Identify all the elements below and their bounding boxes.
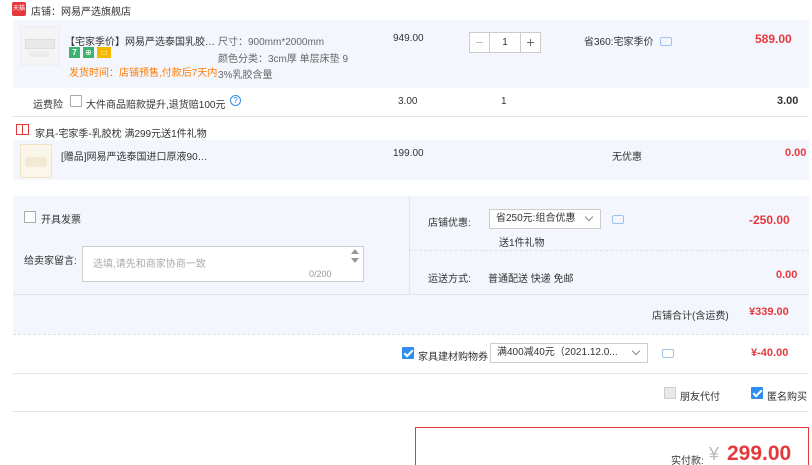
pay-amount: 299.00 bbox=[727, 442, 792, 465]
coupon-value: 满400减40元（2021.12.0... bbox=[497, 347, 618, 358]
insurance-checkbox[interactable] bbox=[70, 95, 82, 107]
tmall-shop-icon: 天猫 bbox=[12, 2, 26, 16]
coupon-checkbox[interactable] bbox=[402, 347, 414, 359]
saving-label: 省360:宅家季价 bbox=[584, 37, 654, 48]
spec-size: 尺寸：900mm*2000mm bbox=[218, 37, 325, 48]
scroll-down-icon[interactable] bbox=[351, 258, 359, 263]
chat-icon[interactable] bbox=[612, 215, 624, 224]
order-options-panel: 开具发票 给卖家留言: 选填,请先和商家协商一致 0/200 店铺优惠: 省25… bbox=[13, 196, 809, 334]
gift-total: 0.00 bbox=[785, 147, 807, 159]
message-char-count: 0/200 bbox=[309, 269, 332, 279]
shop-discount-label: 店铺优惠: bbox=[428, 218, 471, 229]
gift-item-row: [赠品]网易严选泰国进口原液90… 199.00 无优惠 0.00 bbox=[13, 140, 809, 180]
anonymous-checkbox[interactable] bbox=[751, 387, 763, 399]
gift-icon bbox=[16, 124, 29, 135]
shop-name[interactable]: 店铺：网易严选旗舰店 bbox=[31, 3, 131, 18]
product-thumbnail[interactable] bbox=[20, 26, 60, 66]
message-textarea[interactable]: 选填,请先和商家协商一致 0/200 bbox=[82, 246, 364, 282]
shop-discount-select[interactable]: 省250元:组合优惠 bbox=[489, 209, 601, 229]
shipping-label: 运送方式: bbox=[428, 274, 471, 285]
scroll-up-icon[interactable] bbox=[351, 249, 359, 254]
message-placeholder: 选填,请先和商家协商一致 bbox=[93, 259, 206, 270]
insurance-price: 3.00 bbox=[398, 96, 418, 107]
service-shield-icon: ⊕ bbox=[83, 47, 94, 58]
unit-price: 949.00 bbox=[393, 33, 424, 44]
spec-color: 颜色分类：3cm厚 单层床垫 9 bbox=[218, 54, 349, 65]
gift-title[interactable]: [赠品]网易严选泰国进口原液90… bbox=[61, 148, 208, 163]
insurance-qty: 1 bbox=[501, 96, 507, 107]
shipping-amount: 0.00 bbox=[776, 269, 798, 281]
spec-color-cont: 3%乳胶含量 bbox=[218, 70, 273, 81]
gift-discount: 无优惠 bbox=[612, 152, 642, 163]
gift-price: 199.00 bbox=[393, 148, 424, 159]
shop-discount-note: 送1件礼物 bbox=[499, 238, 545, 249]
coupon-select[interactable]: 满400减40元（2021.12.0... bbox=[490, 343, 648, 363]
insurance-desc: 大件商品赔款提升,退货赔100元 bbox=[86, 100, 226, 111]
chevron-down-icon bbox=[631, 346, 641, 356]
pay-label: 实付款: bbox=[671, 456, 704, 465]
chat-icon[interactable] bbox=[662, 349, 674, 358]
insurance-total: 3.00 bbox=[777, 95, 799, 107]
invoice-label: 开具发票 bbox=[41, 215, 81, 226]
item-row: 【宅家季价】网易严选泰国乳胶… 7 ⊕ ▭ 发货时间：店铺预售,付款后7天内 尺… bbox=[13, 20, 809, 88]
ship-time-note: 发货时间：店铺预售,付款后7天内 bbox=[69, 68, 218, 79]
product-title[interactable]: 【宅家季价】网易严选泰国乳胶… bbox=[65, 33, 215, 48]
payment-summary-box: 实付款: ¥ 299.00 bbox=[415, 427, 809, 465]
coupon-amount: ¥-40.00 bbox=[751, 347, 789, 359]
friend-pay-checkbox[interactable] bbox=[664, 387, 676, 399]
chevron-down-icon bbox=[584, 212, 594, 222]
message-label: 给卖家留言: bbox=[24, 256, 77, 267]
seven-day-return-icon: 7 bbox=[69, 47, 80, 58]
gift-thumbnail[interactable] bbox=[20, 144, 52, 178]
help-icon[interactable]: ? bbox=[230, 95, 241, 106]
invoice-checkbox[interactable] bbox=[24, 211, 36, 223]
subtotal-value: ¥339.00 bbox=[749, 306, 789, 318]
chat-icon[interactable] bbox=[660, 37, 672, 46]
gift-promo-header: 家具-宅家季-乳胶枕 满299元送1件礼物 bbox=[35, 129, 207, 140]
insurance-label: 运费险 bbox=[33, 100, 63, 111]
credit-card-icon: ▭ bbox=[97, 47, 111, 58]
decrease-qty-button[interactable]: − bbox=[469, 32, 490, 53]
quantity-input[interactable]: 1 bbox=[490, 32, 520, 53]
shop-discount-value: 省250元:组合优惠 bbox=[496, 213, 576, 224]
item-total: 589.00 bbox=[755, 32, 792, 46]
shipping-method: 普通配送 快递 免邮 bbox=[488, 274, 574, 285]
currency-symbol: ¥ bbox=[709, 444, 720, 464]
increase-qty-button[interactable]: + bbox=[520, 32, 541, 53]
shop-discount-amount: -250.00 bbox=[749, 213, 790, 227]
anonymous-label: 匿名购买 bbox=[767, 392, 807, 403]
subtotal-label: 店铺合计(含运费) bbox=[652, 311, 729, 322]
coupon-label: 家具建材购物券 bbox=[418, 352, 488, 363]
friend-pay-label: 朋友代付 bbox=[680, 392, 720, 403]
